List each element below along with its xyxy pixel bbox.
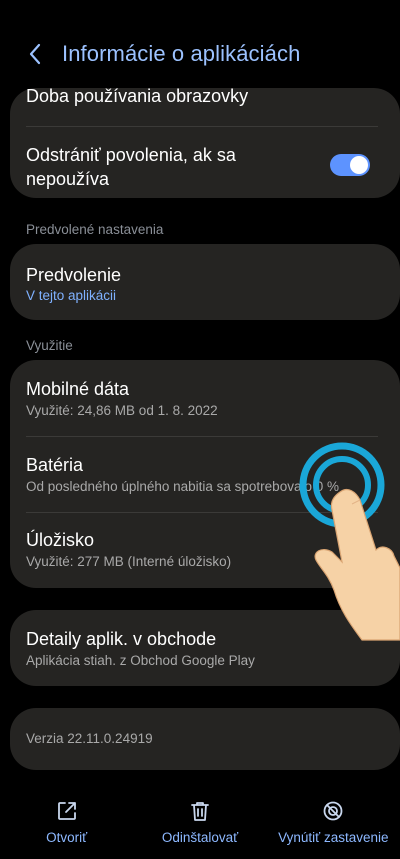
- remove-permissions-toggle[interactable]: [330, 154, 370, 176]
- trash-icon: [191, 802, 209, 821]
- storage-row[interactable]: Úložisko Využité: 277 MB (Interné úložis…: [10, 513, 400, 588]
- battery-row[interactable]: Batéria Od posledného úplného nabitia sa…: [10, 437, 400, 512]
- version-card: Verzia 22.11.0.24919: [10, 708, 400, 770]
- mobile-data-row[interactable]: Mobilné dáta Využité: 24,86 MB od 1. 8. …: [10, 360, 400, 436]
- screen-time-label: Doba používania obrazovky: [26, 86, 249, 106]
- remove-permissions-label-line1: Odstrániť povolenia, ak sa: [26, 145, 236, 165]
- battery-title: Batéria: [26, 455, 84, 475]
- battery-subtitle: Od posledného úplného nabitia sa spotreb…: [26, 479, 339, 494]
- chevron-left-icon: [29, 43, 41, 65]
- bottom-action-bar: Otvoriť Odinštalovať Vynútiť zastavenie: [0, 792, 400, 859]
- app-bar: Informácie o aplikáciách: [0, 28, 400, 80]
- section-header-usage: Využitie: [26, 338, 73, 353]
- open-label: Otvoriť: [46, 830, 88, 845]
- screen-time-row[interactable]: Doba používania obrazovky: [10, 86, 400, 126]
- force-stop-button[interactable]: Vynútiť zastavenie: [267, 792, 400, 859]
- back-button[interactable]: [8, 28, 62, 80]
- stop-circle-icon: [323, 801, 343, 821]
- store-details-subtitle: Aplikácia stiah. z Obchod Google Play: [26, 653, 255, 668]
- mobile-data-title: Mobilné dáta: [26, 379, 130, 399]
- toggle-knob: [350, 156, 368, 174]
- uninstall-label: Odinštalovať: [161, 830, 239, 845]
- defaults-card[interactable]: Predvolenie V tejto aplikácii: [10, 244, 400, 320]
- remove-permissions-label-line2: nepoužíva: [26, 169, 110, 189]
- storage-subtitle: Využité: 277 MB (Interné úložisko): [26, 554, 232, 569]
- permissions-card: Doba používania obrazovky Odstrániť povo…: [10, 86, 400, 198]
- version-label: Verzia 22.11.0.24919: [26, 731, 153, 746]
- store-details-title: Detaily aplik. v obchode: [26, 629, 217, 649]
- section-header-defaults: Predvolené nastavenia: [26, 222, 164, 237]
- force-stop-label: Vynútiť zastavenie: [278, 830, 389, 845]
- usage-card: Mobilné dáta Využité: 24,86 MB od 1. 8. …: [10, 360, 400, 588]
- storage-title: Úložisko: [26, 530, 95, 550]
- open-button[interactable]: Otvoriť: [0, 792, 133, 859]
- mobile-data-subtitle: Využité: 24,86 MB od 1. 8. 2022: [26, 403, 218, 418]
- uninstall-button[interactable]: Odinštalovať: [133, 792, 266, 859]
- page-title: Informácie o aplikáciách: [62, 41, 301, 66]
- defaults-subtitle: V tejto aplikácii: [26, 288, 117, 303]
- defaults-title: Predvolenie: [26, 265, 122, 285]
- remove-permissions-row[interactable]: Odstrániť povolenia, ak sa nepoužíva: [10, 127, 400, 197]
- open-external-icon: [57, 802, 76, 820]
- store-details-card[interactable]: Detaily aplik. v obchode Aplikácia stiah…: [10, 610, 400, 686]
